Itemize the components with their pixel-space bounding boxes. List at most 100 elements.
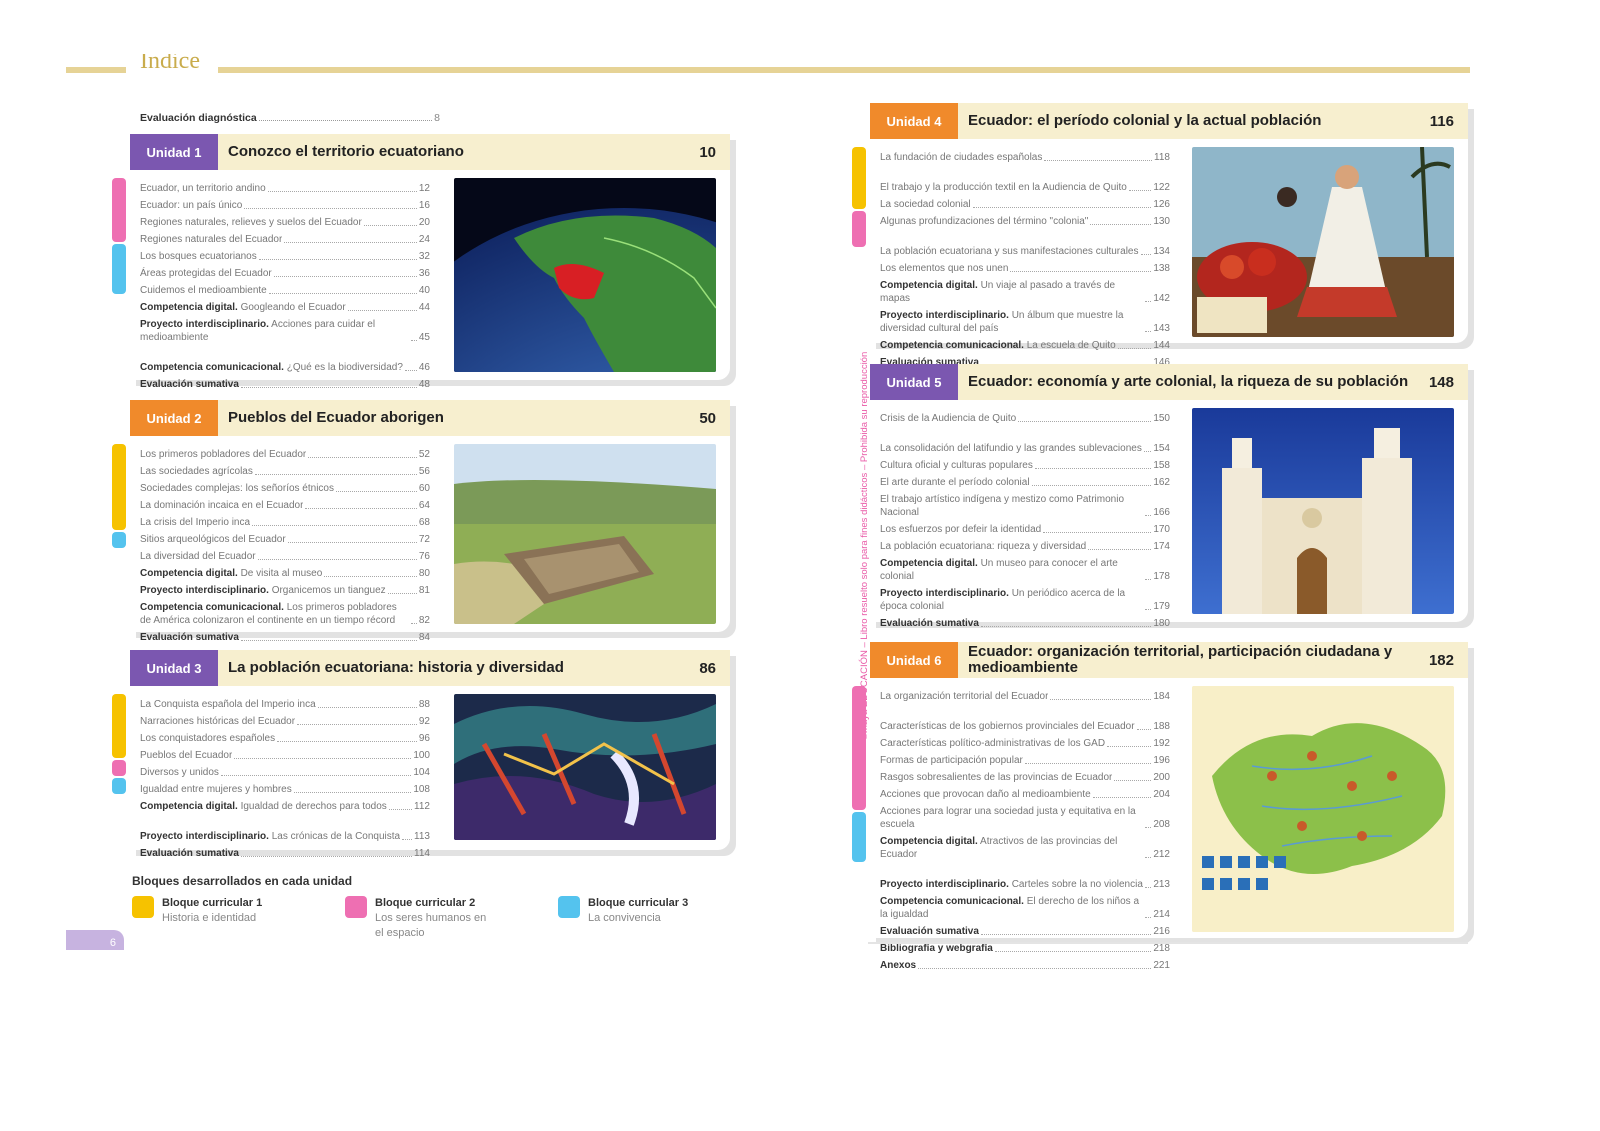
toc-entry[interactable]: Proyecto interdisciplinario. Organicemos… (140, 580, 430, 597)
toc-entry[interactable]: Evaluación sumativa 216 (880, 921, 1170, 938)
toc-entry-text: Las sociedades agrícolas (140, 466, 253, 477)
toc-entry-label: El trabajo artístico indígena y mestizo … (880, 493, 1143, 519)
toc-entry[interactable]: Competencia digital. Un museo para conoc… (880, 553, 1170, 583)
unit-badge: Unidad 4 (870, 103, 958, 139)
block-bar-2 (112, 178, 126, 242)
toc-entry[interactable]: Características político-administrativas… (880, 733, 1170, 750)
toc-entry-label: Los elementos que nos unen (880, 262, 1008, 275)
toc-entry[interactable]: El arte durante el período colonial 162 (880, 472, 1170, 489)
toc-entry-label: Algunas profundizaciones del término "co… (880, 215, 1088, 228)
toc-entry[interactable]: Evaluación sumativa 114 (140, 843, 430, 860)
toc-entry[interactable]: Competencia digital. Googleando el Ecuad… (140, 297, 430, 314)
dot-leader (1107, 746, 1152, 747)
toc-entry[interactable]: La población ecuatoriana: riqueza y dive… (880, 536, 1170, 553)
toc-entry-text: Regiones naturales del Ecuador (140, 234, 283, 245)
toc-entry[interactable]: Acciones que provocan daño al medioambie… (880, 784, 1170, 801)
toc-entry[interactable]: Cultura oficial y culturas populares 158 (880, 455, 1170, 472)
toc-entry[interactable]: Competencia digital. Igualdad de derecho… (140, 796, 430, 813)
toc-entry[interactable]: La sociedad colonial 126 (880, 194, 1170, 211)
toc-entry[interactable]: La diversidad del Ecuador 76 (140, 546, 430, 563)
toc-entry[interactable]: Evaluación sumativa 180 (880, 613, 1170, 630)
toc-entry[interactable]: La Conquista española del Imperio inca 88 (140, 694, 430, 711)
toc-entry-label: Crisis de la Audiencia de Quito (880, 412, 1016, 425)
toc-entry[interactable]: Regiones naturales, relieves y suelos de… (140, 212, 430, 229)
toc-entry[interactable]: La población ecuatoriana y sus manifesta… (880, 228, 1170, 258)
toc-entry-label: Ecuador, un territorio andino (140, 182, 266, 195)
toc-entry[interactable]: Sociedades complejas: los señoríos étnic… (140, 478, 430, 495)
toc-entry[interactable]: Bibliografía y webgrafía 218 (880, 938, 1170, 955)
toc-entry[interactable]: Regiones naturales del Ecuador 24 (140, 229, 430, 246)
toc-entry[interactable]: Evaluación sumativa 48 (140, 374, 430, 391)
toc-entry-text: La diversidad del Ecuador (140, 551, 256, 562)
toc-entry-text: Características de los gobiernos provinc… (880, 721, 1135, 732)
toc-entry[interactable]: Acciones para lograr una sociedad justa … (880, 801, 1170, 831)
toc-entry[interactable]: Proyecto interdisciplinario. Acciones pa… (140, 314, 430, 344)
block-bars (112, 444, 126, 550)
toc-entry[interactable]: Diversos y unidos 104 (140, 762, 430, 779)
toc-entry[interactable]: Ecuador, un territorio andino 12 (140, 178, 430, 195)
toc-entry[interactable]: Cuidemos el medioambiente 40 (140, 280, 430, 297)
toc-entry[interactable]: Pueblos del Ecuador 100 (140, 745, 430, 762)
diagnostic-entry[interactable]: Evaluación diagnóstica 8 (140, 108, 440, 124)
toc-entry[interactable]: Sitios arqueológicos del Ecuador 72 (140, 529, 430, 546)
unit-header[interactable]: Unidad 1 Conozco el territorio ecuatoria… (130, 134, 730, 170)
toc-entry[interactable]: Los esfuerzos por defeir la identidad 170 (880, 519, 1170, 536)
legend-block-1: Bloque curricular 1 Historia e identidad (132, 896, 282, 926)
unit-header[interactable]: Unidad 5 Ecuador: economía y arte coloni… (870, 364, 1468, 400)
top-rule-left (66, 67, 126, 73)
unit-header[interactable]: Unidad 2 Pueblos del Ecuador aborigen 50 (130, 400, 730, 436)
toc-entry[interactable]: Los elementos que nos unen 138 (880, 258, 1170, 275)
toc-entry[interactable]: Formas de participación popular 196 (880, 750, 1170, 767)
toc-entry-label: Competencia comunicacional. ¿Qué es la b… (140, 361, 403, 374)
toc-entry[interactable]: Proyecto interdisciplinario. Carteles so… (880, 861, 1170, 891)
toc-entry[interactable]: Evaluación sumativa 84 (140, 627, 430, 644)
dot-leader (293, 792, 412, 793)
toc-entry[interactable]: Proyecto interdisciplinario. Un álbum qu… (880, 305, 1170, 335)
toc-entry-label: Proyecto interdisciplinario. Un periódic… (880, 587, 1143, 613)
toc-entry[interactable]: Competencia digital. Atractivos de las p… (880, 831, 1170, 861)
toc-entry[interactable]: La dominación incaica en el Ecuador 64 (140, 495, 430, 512)
unit-header[interactable]: Unidad 6 Ecuador: organización territori… (870, 642, 1468, 678)
toc-entry[interactable]: Competencia comunicacional. La escuela d… (880, 335, 1170, 352)
toc-entry[interactable]: El trabajo y la producción textil en la … (880, 164, 1170, 194)
toc-entry[interactable]: Características de los gobiernos provinc… (880, 703, 1170, 733)
toc-entry-page: 46 (418, 362, 430, 373)
toc-entry[interactable]: La consolidación del latifundio y las gr… (880, 425, 1170, 455)
unit-toc: Ecuador, un territorio andino 12 Ecuador: … (140, 178, 430, 391)
dot-leader (1145, 515, 1152, 516)
block-bar-3 (112, 778, 126, 794)
toc-entry-section: Competencia digital. (880, 280, 978, 291)
toc-entry[interactable]: Áreas protegidas del Ecuador 36 (140, 263, 430, 280)
toc-entry[interactable]: Igualdad entre mujeres y hombres 108 (140, 779, 430, 796)
toc-entry[interactable]: Los conquistadores españoles 96 (140, 728, 430, 745)
toc-entry[interactable]: El trabajo artístico indígena y mestizo … (880, 489, 1170, 519)
toc-entry[interactable]: Las sociedades agrícolas 56 (140, 461, 430, 478)
toc-entry[interactable]: La crisis del Imperio inca 68 (140, 512, 430, 529)
toc-entry-text: Los elementos que nos unen (880, 263, 1009, 274)
toc-entry[interactable]: Competencia comunicacional. El derecho d… (880, 891, 1170, 921)
toc-entry[interactable]: Proyecto interdisciplinario. Las crónica… (140, 813, 430, 843)
toc-entry[interactable]: Los bosques ecuatorianos 32 (140, 246, 430, 263)
toc-entry-label: La Conquista española del Imperio inca (140, 698, 316, 711)
toc-entry[interactable]: Competencia comunicacional. Los primeros… (140, 597, 430, 627)
toc-entry-text: La fundación de ciudades españolas (880, 152, 1043, 163)
toc-entry[interactable]: La fundación de ciudades españolas 118 (880, 147, 1170, 164)
toc-entry[interactable]: Competencia comunicacional. ¿Qué es la b… (140, 344, 430, 374)
toc-entry[interactable]: Narraciones históricas del Ecuador 92 (140, 711, 430, 728)
toc-entry[interactable]: Los primeros pobladores del Ecuador 52 (140, 444, 430, 461)
toc-entry[interactable]: Crisis de la Audiencia de Quito 150 (880, 408, 1170, 425)
unit-header[interactable]: Unidad 3 La población ecuatoriana: histo… (130, 650, 730, 686)
toc-entry[interactable]: Competencia digital. De visita al museo 8… (140, 563, 430, 580)
toc-entry[interactable]: Rasgos sobresalientes de las provincias … (880, 767, 1170, 784)
unit-header[interactable]: Unidad 4 Ecuador: el período colonial y … (870, 103, 1468, 139)
toc-entry[interactable]: Proyecto interdisciplinario. Un periódic… (880, 583, 1170, 613)
dot-leader (240, 856, 413, 857)
toc-entry[interactable]: Algunas profundizaciones del término "co… (880, 211, 1170, 228)
toc-entry-page: 221 (1153, 960, 1170, 971)
toc-entry[interactable]: Anexos 221 (880, 955, 1170, 972)
toc-entry[interactable]: Ecuador: un país único 16 (140, 195, 430, 212)
block-1-desc: Historia e identidad (162, 912, 257, 924)
toc-entry[interactable]: Competencia digital. Un viaje al pasado … (880, 275, 1170, 305)
toc-entry[interactable]: La organización territorial del Ecuador 1… (880, 686, 1170, 703)
toc-entry-section: Proyecto interdisciplinario. (880, 310, 1009, 321)
